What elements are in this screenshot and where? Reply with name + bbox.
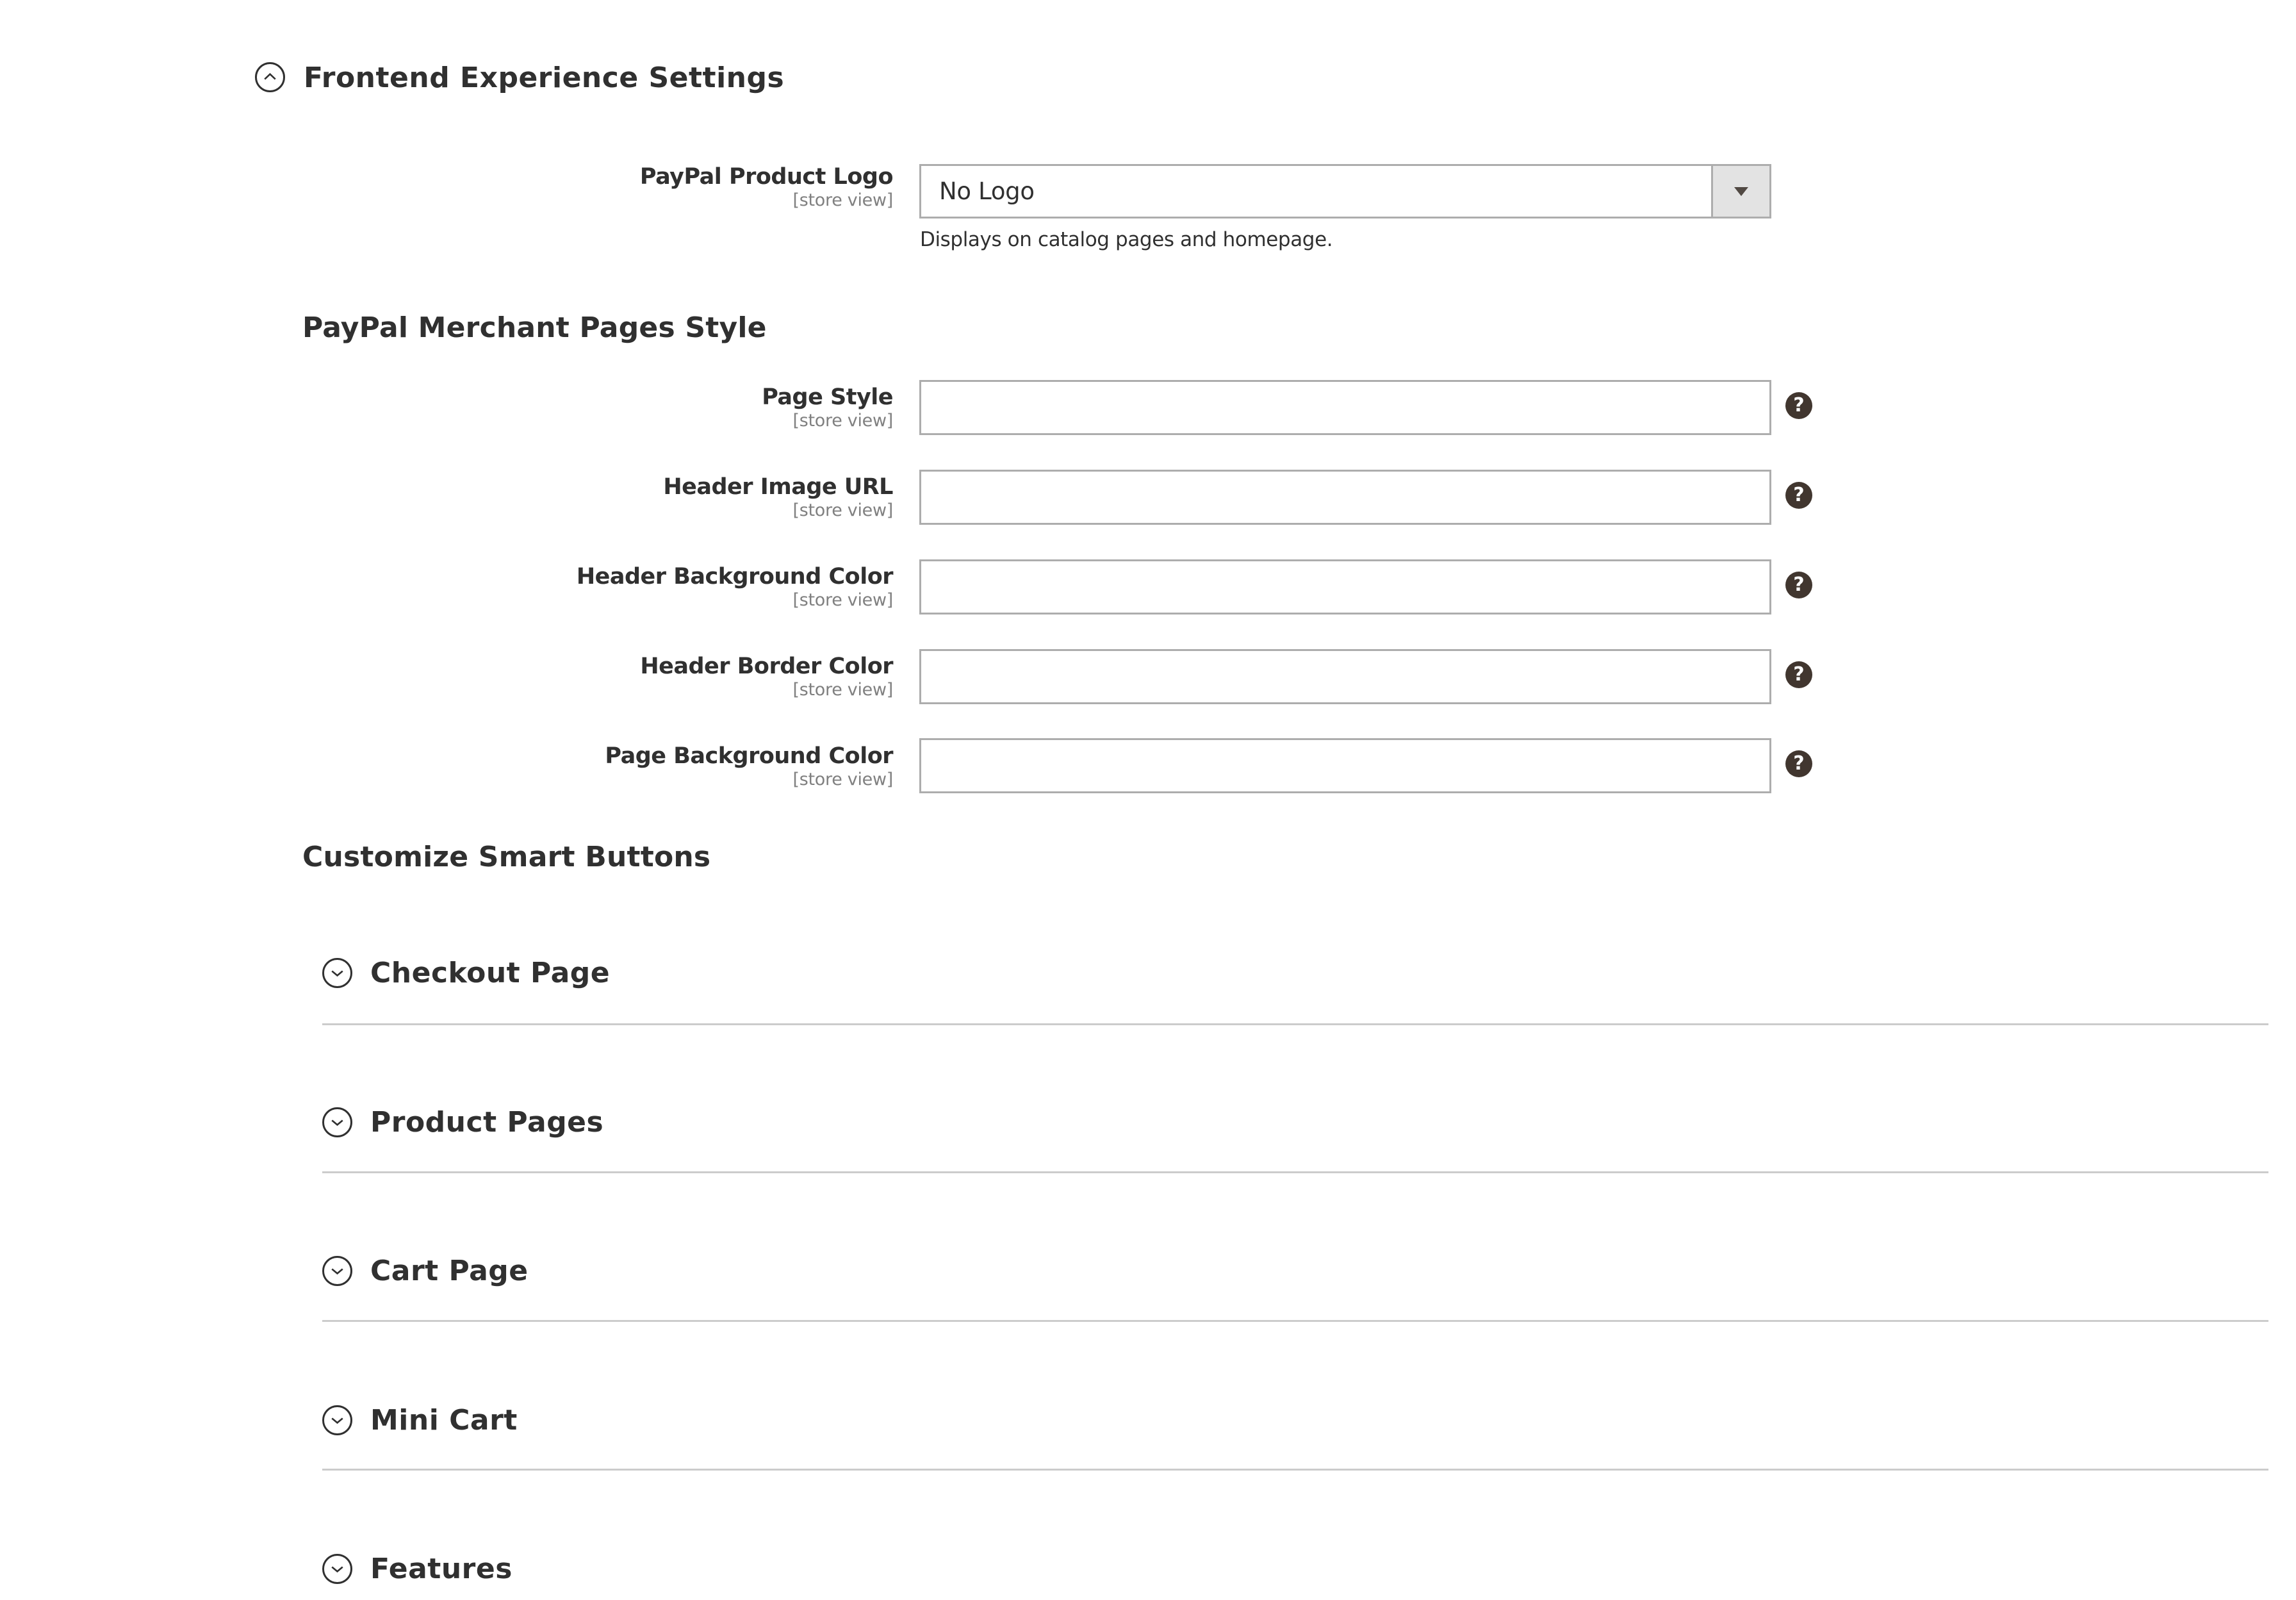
header-border-color-help-icon[interactable]: ? — [1785, 661, 1812, 688]
page-background-color-scope: [store view] — [792, 770, 893, 789]
page-style-scope: [store view] — [792, 411, 893, 431]
header-image-url-label: Header Image URL — [663, 474, 893, 500]
chevron-down-circle-icon[interactable] — [322, 1256, 352, 1286]
header-border-color-input[interactable] — [919, 649, 1771, 704]
product-logo-label-group: PayPal Product Logo [store view] — [639, 164, 894, 211]
header-image-url-help-icon[interactable]: ? — [1785, 482, 1812, 509]
group-product-pages[interactable]: Product Pages — [322, 1107, 1283, 1139]
page-background-color-help-icon[interactable]: ? — [1785, 750, 1812, 777]
page-background-color-input[interactable] — [919, 738, 1771, 793]
product-logo-hint: Displays on catalog pages and homepage. — [920, 228, 1333, 251]
header-background-color-input[interactable] — [919, 559, 1771, 614]
page-background-color-label: Page Background Color — [605, 743, 893, 769]
chevron-down-circle-icon[interactable] — [322, 1107, 352, 1137]
frontend-section-title: Frontend Experience Settings — [304, 62, 785, 94]
chevron-up-circle-icon[interactable] — [255, 62, 285, 92]
header-border-color-label-group: Header Border Color [store view] — [640, 654, 893, 701]
header-background-color-help-icon[interactable]: ? — [1785, 572, 1812, 598]
divider — [322, 1320, 2268, 1322]
group-checkout-page-label: Checkout Page — [370, 957, 611, 989]
page-style-input[interactable] — [919, 380, 1771, 435]
header-background-color-scope: [store view] — [792, 590, 893, 610]
header-border-color-label: Header Border Color — [640, 654, 893, 679]
divider — [322, 1171, 2268, 1173]
merchant-pages-title: PayPal Merchant Pages Style — [302, 311, 767, 344]
header-background-color-label: Header Background Color — [576, 564, 894, 590]
chevron-down-circle-icon[interactable] — [322, 1554, 352, 1584]
page-background-color-label-group: Page Background Color [store view] — [605, 743, 893, 791]
group-cart-page[interactable]: Cart Page — [322, 1256, 1283, 1288]
page-style-label: Page Style — [762, 384, 893, 410]
divider — [322, 1469, 2268, 1471]
header-image-url-scope: [store view] — [792, 500, 893, 520]
product-logo-scope: [store view] — [792, 190, 893, 210]
frontend-section-header[interactable]: Frontend Experience Settings — [255, 60, 784, 95]
header-image-url-label-group: Header Image URL [store view] — [663, 474, 893, 522]
group-mini-cart[interactable]: Mini Cart — [322, 1405, 1283, 1437]
chevron-down-circle-icon[interactable] — [322, 1405, 352, 1435]
select-toggle[interactable] — [1711, 166, 1769, 217]
product-logo-selected-value: No Logo — [939, 177, 1035, 205]
header-background-color-label-group: Header Background Color [store view] — [576, 564, 894, 611]
group-product-pages-label: Product Pages — [370, 1106, 604, 1139]
header-image-url-input[interactable] — [919, 470, 1771, 525]
group-features[interactable]: Features — [322, 1554, 1283, 1586]
divider — [322, 1023, 2268, 1025]
group-checkout-page[interactable]: Checkout Page — [322, 958, 1283, 990]
product-logo-select[interactable]: No Logo — [919, 164, 1771, 219]
dropdown-arrow-icon — [1734, 186, 1748, 196]
page-style-help-icon[interactable]: ? — [1785, 392, 1812, 419]
page-style-label-group: Page Style [store view] — [762, 384, 893, 432]
smart-buttons-title: Customize Smart Buttons — [302, 841, 711, 873]
group-features-label: Features — [370, 1553, 512, 1585]
product-logo-label: PayPal Product Logo — [639, 164, 894, 190]
group-mini-cart-label: Mini Cart — [370, 1404, 518, 1437]
header-border-color-scope: [store view] — [792, 680, 893, 700]
chevron-down-circle-icon[interactable] — [322, 958, 352, 988]
group-cart-page-label: Cart Page — [370, 1255, 529, 1287]
